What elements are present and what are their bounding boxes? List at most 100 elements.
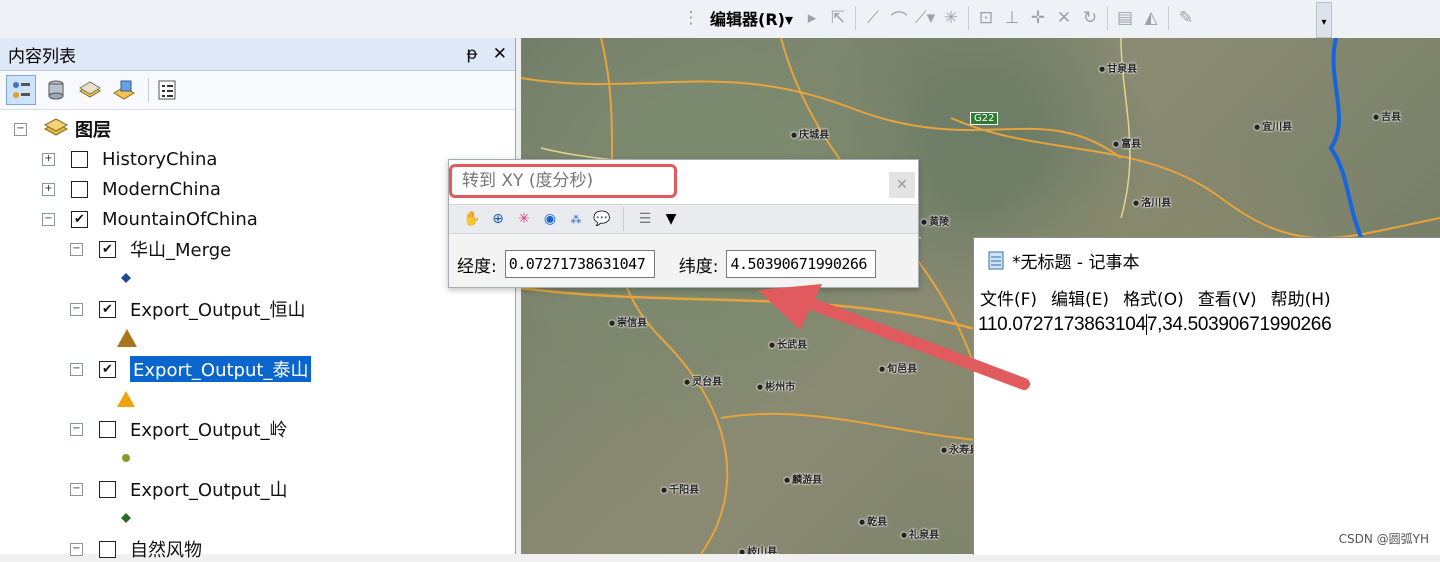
- editor-menu[interactable]: 编辑器(R)▾: [704, 6, 799, 30]
- layer-visibility-checkbox[interactable]: ✔: [99, 300, 116, 318]
- layer-label: Export_Output_岭: [130, 420, 288, 441]
- toolbar-separator: [854, 6, 856, 30]
- collapse-icon[interactable]: −: [70, 362, 83, 376]
- map-place-label: 富县: [1113, 135, 1141, 150]
- layer-visibility-checkbox[interactable]: ✔: [71, 210, 88, 228]
- layer-root-label: 图层: [75, 120, 111, 141]
- segment-dropdown-icon[interactable]: ⟋▾: [912, 5, 938, 31]
- layer-row-ling[interactable]: − Export_Output_岭: [70, 416, 287, 442]
- list-by-selection-icon[interactable]: [110, 76, 138, 104]
- attributes-icon[interactable]: ▤: [1112, 5, 1138, 31]
- collapse-icon[interactable]: −: [14, 122, 27, 136]
- watermark: CSDN @圆弧YH: [1338, 532, 1429, 546]
- map-place-label: 吉县: [1373, 108, 1401, 123]
- point-symbol-icon: [121, 273, 131, 283]
- notepad-titlebar[interactable]: *无标题 - 记事本: [974, 238, 1440, 282]
- layer-row-hengshan[interactable]: − ✔ Export_Output_恒山: [70, 296, 305, 322]
- units-menu-icon[interactable]: ☰: [632, 207, 658, 231]
- layer-row-historychina[interactable]: + HistoryChina: [42, 146, 217, 172]
- layer-row-modernchina[interactable]: + ModernChina: [42, 176, 221, 202]
- cut-polygons-icon[interactable]: ✕: [1051, 5, 1077, 31]
- split-icon[interactable]: ✛: [1025, 5, 1051, 31]
- sketch-properties-icon[interactable]: ◭: [1138, 5, 1164, 31]
- toc-header: 内容列表 ᵽ ✕: [0, 38, 515, 71]
- longitude-label: 经度:: [457, 256, 497, 277]
- collapse-icon[interactable]: −: [70, 242, 83, 256]
- add-callout-icon[interactable]: 💬: [589, 207, 615, 231]
- goto-xy-toolbar: ✋ ⊕ ✳ ◉ ⁂ 💬 ☰ ▼: [449, 204, 918, 234]
- layer-root-row[interactable]: − 图层: [14, 116, 111, 142]
- goto-xy-dialog: 转到 XY (度分秒) ✕ ✋ ⊕ ✳ ◉ ⁂ 💬 ☰ ▼ 经度: 0.0727…: [448, 159, 919, 288]
- menu-format[interactable]: 格式(O): [1123, 285, 1184, 310]
- layer-row-huashan[interactable]: − ✔ 华山_Merge: [70, 236, 231, 262]
- layer-label: Export_Output_恒山: [130, 300, 306, 321]
- longitude-input[interactable]: 0.07271738631047: [504, 250, 655, 278]
- layer-visibility-checkbox[interactable]: ✔: [99, 360, 116, 378]
- notepad-text-after-cursor: 7,34.50390671990266: [1146, 314, 1332, 335]
- edit-tool-icon[interactable]: ▸: [799, 5, 825, 31]
- rotate-icon[interactable]: ↻: [1077, 5, 1103, 31]
- layer-visibility-checkbox[interactable]: [99, 480, 116, 498]
- flash-icon[interactable]: ✳: [511, 207, 537, 231]
- pan-to-icon[interactable]: ✋: [459, 207, 485, 231]
- collapse-icon[interactable]: −: [70, 302, 83, 316]
- map-place-label: 黄陵: [921, 213, 949, 228]
- triangle-symbol-icon: [117, 329, 137, 347]
- close-icon[interactable]: ✕: [889, 172, 915, 198]
- expand-icon[interactable]: +: [42, 152, 55, 166]
- menu-edit[interactable]: 编辑(E): [1051, 285, 1109, 310]
- list-by-source-icon[interactable]: [42, 76, 70, 104]
- layer-visibility-checkbox[interactable]: [99, 420, 116, 438]
- point-symbol-icon: [121, 513, 131, 523]
- goto-xy-titlebar[interactable]: 转到 XY (度分秒) ✕: [449, 160, 918, 204]
- map-place-label: 岐山县: [739, 543, 777, 554]
- reshape-icon[interactable]: ⊥: [999, 5, 1025, 31]
- layer-visibility-checkbox[interactable]: [71, 180, 88, 198]
- endpoint-arc-icon[interactable]: ⌒: [886, 5, 912, 31]
- collapse-icon[interactable]: −: [42, 212, 55, 226]
- toolbar-grip-icon: ⋮: [682, 8, 700, 28]
- straight-segment-icon[interactable]: ⟋: [860, 5, 886, 31]
- layer-label: 华山_Merge: [130, 240, 232, 261]
- add-labeled-point-icon[interactable]: ⁂: [563, 207, 589, 231]
- menu-file[interactable]: 文件(F): [980, 285, 1037, 310]
- map-place-label: 崇信县: [609, 314, 647, 329]
- menu-view[interactable]: 查看(V): [1198, 285, 1257, 310]
- notepad-menubar: 文件(F) 编辑(E) 格式(O) 查看(V) 帮助(H): [974, 282, 1440, 312]
- highway-badge: G22: [970, 112, 999, 125]
- layer-tree: − 图层 + HistoryChina + ModernChina − ✔ Mo…: [0, 114, 515, 561]
- collapse-icon[interactable]: −: [70, 482, 83, 496]
- options-icon[interactable]: [153, 76, 181, 104]
- chevron-down-icon[interactable]: ▼: [658, 207, 684, 231]
- layer-visibility-checkbox[interactable]: [71, 150, 88, 168]
- collapse-icon[interactable]: −: [70, 422, 83, 436]
- notepad-text-area[interactable]: 110.07271738631047,34.50390671990266: [974, 312, 1440, 338]
- menu-help[interactable]: 帮助(H): [1271, 285, 1331, 310]
- toolbar-separator: [148, 78, 149, 102]
- create-features-icon[interactable]: ✎: [1173, 5, 1199, 31]
- expand-icon[interactable]: +: [42, 182, 55, 196]
- goto-xy-fields: 经度: 0.07271738631047 纬度: 4.5039067199026…: [457, 248, 910, 280]
- map-place-label: 彬州市: [757, 378, 795, 393]
- list-by-visibility-icon[interactable]: [76, 76, 104, 104]
- edit-vertices-icon[interactable]: ⊡: [973, 5, 999, 31]
- layer-label: 自然风物: [130, 540, 202, 561]
- layer-row-shan[interactable]: − Export_Output_山: [70, 476, 287, 502]
- list-by-drawing-order-icon[interactable]: [6, 75, 36, 105]
- toolbar-overflow-button[interactable]: ▾: [1316, 2, 1332, 38]
- layer-row-taishan[interactable]: − ✔ Export_Output_泰山: [70, 356, 312, 382]
- layer-visibility-checkbox[interactable]: ✔: [99, 240, 116, 258]
- layer-row-mountainofchina[interactable]: − ✔ MountainOfChina: [42, 206, 258, 232]
- layer-row-ziranfengwu[interactable]: − 自然风物: [70, 536, 202, 562]
- edit-annotation-icon[interactable]: ⇱: [825, 5, 851, 31]
- map-place-label: 灵台县: [684, 373, 722, 388]
- close-icon[interactable]: ✕: [493, 44, 507, 64]
- map-place-label: 宜川县: [1254, 118, 1292, 133]
- toolbar-separator: [1106, 6, 1108, 30]
- add-point-icon[interactable]: ◉: [537, 207, 563, 231]
- pin-icon[interactable]: ᵽ: [466, 44, 477, 64]
- latitude-input[interactable]: 4.50390671990266: [726, 250, 877, 278]
- point-icon[interactable]: ✳: [938, 5, 964, 31]
- zoom-to-icon[interactable]: ⊕: [485, 207, 511, 231]
- layer-visibility-checkbox[interactable]: [99, 540, 116, 558]
